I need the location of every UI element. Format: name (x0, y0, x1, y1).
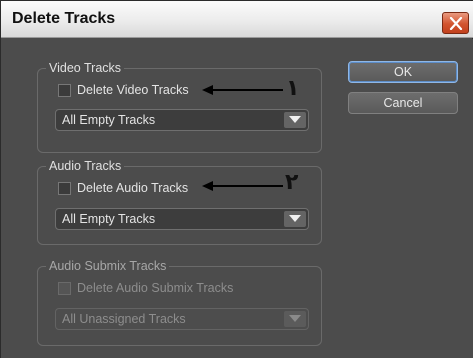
ok-button[interactable]: OK (348, 61, 458, 83)
delete-audio-tracks-label[interactable]: Delete Audio Tracks (77, 181, 188, 195)
delete-video-tracks-checkbox[interactable] (58, 83, 71, 97)
delete-video-tracks-label[interactable]: Delete Video Tracks (77, 83, 189, 97)
delete-audio-tracks-checkbox[interactable] (58, 181, 71, 195)
triangle-down-icon (289, 315, 301, 322)
dialog-title: Delete Tracks (12, 10, 116, 27)
audio-tracks-dropdown-button[interactable] (284, 211, 306, 227)
annotation-arrow-1-icon (202, 85, 283, 95)
delete-audio-submix-tracks-label: Delete Audio Submix Tracks (77, 281, 234, 295)
dialog-body: Video Tracks Delete Video Tracks All Emp… (1, 39, 473, 358)
cancel-button[interactable]: Cancel (348, 92, 458, 114)
triangle-down-icon (289, 215, 301, 222)
close-button[interactable] (442, 12, 469, 34)
delete-video-tracks-row[interactable]: Delete Video Tracks (58, 83, 189, 97)
audio-submix-tracks-group-title: Audio Submix Tracks (46, 259, 170, 273)
audio-tracks-group-title: Audio Tracks (46, 159, 125, 173)
delete-audio-tracks-row[interactable]: Delete Audio Tracks (58, 181, 188, 195)
audio-tracks-select[interactable]: All Empty Tracks (55, 208, 309, 230)
title-bar[interactable]: Delete Tracks (1, 1, 473, 38)
video-tracks-dropdown-button[interactable] (284, 112, 306, 128)
audio-submix-tracks-group: Audio Submix Tracks Delete Audio Submix … (37, 259, 322, 346)
video-tracks-select[interactable]: All Empty Tracks (55, 109, 309, 131)
annotation-marker-2: ٢ (285, 169, 299, 194)
audio-tracks-select-value: All Empty Tracks (62, 212, 156, 226)
delete-audio-submix-tracks-row: Delete Audio Submix Tracks (58, 281, 233, 295)
delete-audio-submix-tracks-checkbox (58, 281, 71, 295)
triangle-down-icon (289, 116, 301, 123)
audio-submix-tracks-select: All Unassigned Tracks (55, 308, 309, 330)
audio-submix-tracks-dropdown-button (284, 311, 306, 327)
annotation-marker-1: ١ (286, 75, 300, 100)
video-tracks-select-value: All Empty Tracks (62, 113, 156, 127)
audio-submix-tracks-select-value: All Unassigned Tracks (62, 312, 186, 326)
annotation-arrow-2-icon (202, 181, 283, 191)
delete-tracks-dialog: Delete Tracks Video Tracks Delete Video … (0, 0, 473, 358)
close-icon (449, 17, 463, 30)
video-tracks-group-title: Video Tracks (46, 61, 125, 75)
